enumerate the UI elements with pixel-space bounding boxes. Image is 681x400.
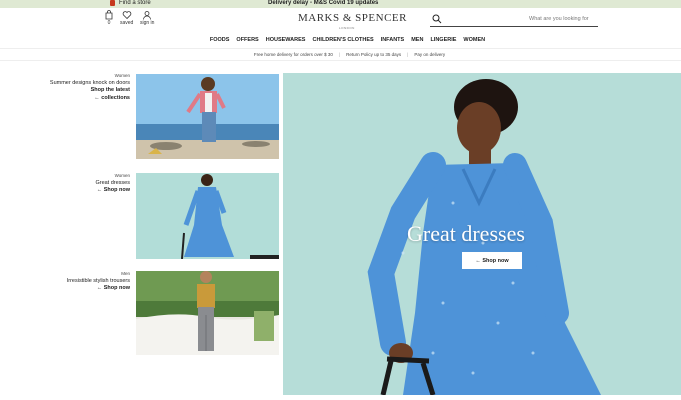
feature-collections-label: collections — [101, 94, 130, 101]
feature-shop-link[interactable]: ← Shop now — [10, 285, 130, 293]
main-nav: FOODS OFFERS HOUSEWARES CHILDREN'S CLOTH… — [0, 37, 681, 47]
saved-button[interactable]: saved — [120, 10, 133, 26]
heart-icon — [122, 11, 131, 20]
find-store-label: Find a store — [119, 0, 151, 6]
promo-free-delivery[interactable]: Free home delivery for orders over $ 30 — [254, 52, 333, 57]
trousers-photo — [136, 271, 279, 355]
nav-item-foods[interactable]: FOODS — [210, 37, 230, 47]
promo-pay-on-delivery[interactable]: Pay on delivery — [414, 52, 445, 57]
nav-item-lingerie[interactable]: LINGERIE — [430, 37, 456, 47]
beach-photo — [136, 74, 279, 159]
feature-shop-label: Shop now — [103, 285, 130, 291]
feature-summer-text: Women Summer designs knock on doors Shop… — [10, 72, 130, 102]
feature-dresses-image[interactable] — [136, 173, 279, 259]
hero-banner[interactable]: Great dresses ← Shop now — [283, 73, 681, 395]
feature-dresses-text: Women Great dresses ← Shop now — [10, 172, 130, 195]
sign-in-label: sign in — [140, 20, 155, 26]
feature-title: Great dresses — [95, 179, 130, 186]
feature-trousers-text: Men Irresistible stylish trousers ← Shop… — [10, 270, 130, 293]
nav-item-men[interactable]: MEN — [411, 37, 423, 47]
search-icon[interactable] — [432, 14, 442, 24]
saved-label: saved — [120, 20, 134, 26]
arrow-left-icon: ← — [475, 257, 483, 264]
feature-collections-link[interactable]: ← collections — [10, 95, 130, 103]
store-pin-icon — [110, 0, 115, 6]
feature-category: Women — [114, 173, 130, 178]
logo-subtitle: LONDON — [339, 26, 355, 30]
search-input[interactable]: What are you looking for — [430, 12, 598, 27]
feature-shop-link[interactable]: ← Shop now — [10, 187, 130, 195]
promo-divider: | — [407, 52, 409, 57]
feature-title: Irresistible stylish trousers — [66, 277, 130, 284]
feature-title: Summer designs knock on doors — [49, 79, 130, 86]
sign-in-button[interactable]: sign in — [140, 10, 154, 26]
user-icon — [143, 11, 152, 20]
find-store-link[interactable]: Find a store — [110, 0, 151, 6]
promo-return-policy[interactable]: Return Policy up to 35 days — [346, 52, 401, 57]
search-placeholder: What are you looking for — [529, 16, 589, 22]
nav-item-offers[interactable]: OFFERS — [236, 37, 258, 47]
hero-button-label: Shop now — [482, 257, 509, 264]
site-logo[interactable]: MARKS & SPENCER — [298, 12, 407, 24]
site-header: 0 saved sign in MARKS & SPENCER LONDON W… — [0, 8, 681, 34]
nav-item-infants[interactable]: INFANTS — [381, 37, 405, 47]
feature-category: Women — [114, 73, 130, 78]
feature-shop-link[interactable]: Shop the latest — [10, 87, 130, 95]
feature-summer-image[interactable] — [136, 74, 279, 159]
bag-button[interactable]: 0 — [104, 10, 114, 26]
feature-category: Men — [121, 271, 130, 276]
promo-strip: Free home delivery for orders over $ 30 … — [0, 48, 681, 61]
arrow-left-icon: ← — [96, 187, 104, 193]
shopping-bag-icon — [105, 10, 113, 20]
arrow-left-icon: ← — [96, 285, 104, 291]
top-banner: Find a store Delivery delay - M&S Covid … — [0, 0, 681, 8]
dress-photo — [136, 173, 279, 259]
nav-item-housewares[interactable]: HOUSEWARES — [266, 37, 306, 47]
bag-count: 0 — [107, 20, 111, 26]
feature-shop-label: Shop now — [103, 187, 130, 193]
feature-trousers-image[interactable] — [136, 271, 279, 355]
hero-title: Great dresses — [407, 221, 525, 246]
nav-item-childrens-clothes[interactable]: CHILDREN'S CLOTHES — [312, 37, 373, 47]
nav-item-women[interactable]: WOMEN — [463, 37, 485, 47]
promo-divider: | — [338, 52, 341, 57]
delivery-notice[interactable]: Delivery delay - M&S Covid 19 updates — [268, 0, 378, 6]
hero-shop-now-button[interactable]: ← Shop now — [462, 252, 522, 269]
